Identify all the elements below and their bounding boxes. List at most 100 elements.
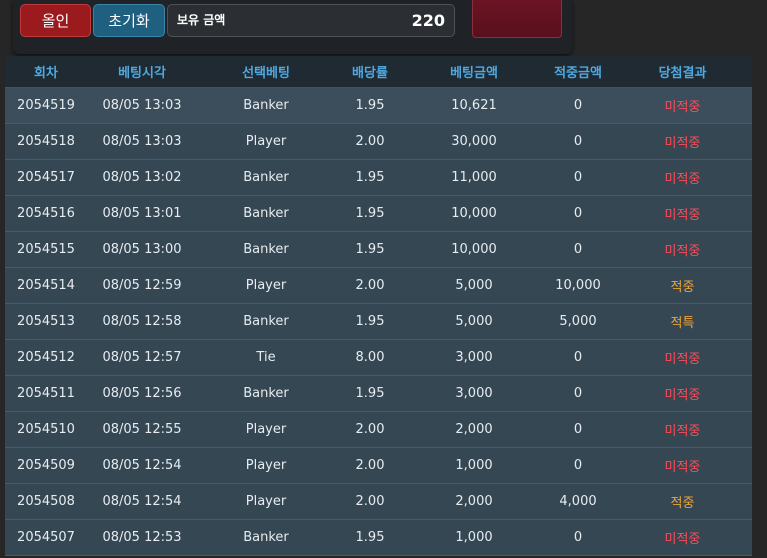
cell-round: 2054517 (17, 169, 75, 185)
cell-round: 2054514 (17, 277, 75, 293)
cell-odds: 2.00 (355, 493, 385, 509)
cell-bet-amount: 1,000 (455, 457, 493, 473)
cell-win-amount: 5,000 (559, 313, 597, 329)
cell-result: 미적중 (664, 459, 701, 475)
cell-round: 2054510 (17, 421, 75, 437)
cell-choice: Player (245, 133, 287, 149)
cell-bet-time: 08/05 12:53 (102, 529, 182, 545)
header-win-amount: 적중금액 (543, 56, 613, 88)
cell-bet-amount: 2,000 (455, 421, 493, 437)
cell-result: 미적중 (664, 387, 701, 403)
cell-choice: Banker (243, 529, 289, 545)
table-row: 2054516 08/05 13:01 Banker 1.95 10,000 0 미적중 (5, 195, 752, 231)
cell-result: 미적중 (664, 531, 701, 547)
cell-bet-amount: 3,000 (455, 349, 493, 365)
cell-win-amount: 0 (573, 97, 583, 113)
cell-odds: 1.95 (355, 313, 385, 329)
cell-round: 2054515 (17, 241, 75, 257)
cell-choice: Banker (243, 313, 289, 329)
reset-button[interactable]: 초기화 (93, 4, 165, 37)
cell-bet-time: 08/05 13:03 (102, 97, 182, 113)
cell-round: 2054507 (17, 529, 75, 545)
cell-bet-amount: 1,000 (455, 529, 493, 545)
table-row: 2054509 08/05 12:54 Player 2.00 1,000 0 미적중 (5, 447, 752, 483)
header-choice: 선택베팅 (197, 56, 335, 88)
place-bet-button[interactable] (472, 0, 562, 38)
cell-bet-time: 08/05 12:54 (102, 493, 182, 509)
cell-win-amount: 0 (573, 421, 583, 437)
cell-choice: Banker (243, 169, 289, 185)
cell-win-amount: 0 (573, 385, 583, 401)
allin-button[interactable]: 올인 (20, 4, 91, 37)
header-bet-time: 베팅시각 (87, 56, 197, 88)
cell-result: 적중 (670, 495, 695, 511)
cell-odds: 2.00 (355, 421, 385, 437)
cell-round: 2054518 (17, 133, 75, 149)
cell-win-amount: 0 (573, 169, 583, 185)
table-body: 2054519 08/05 13:03 Banker 1.95 10,621 0 미적중 20… (5, 87, 752, 555)
cell-bet-amount: 11,000 (451, 169, 497, 185)
cell-round: 2054513 (17, 313, 75, 329)
cell-choice: Tie (256, 349, 276, 365)
cell-round: 2054508 (17, 493, 75, 509)
cell-bet-time: 08/05 12:57 (102, 349, 182, 365)
cell-result: 미적중 (664, 135, 701, 151)
cell-result: 미적중 (664, 243, 701, 259)
cell-choice: Banker (243, 205, 289, 221)
cell-choice: Banker (243, 385, 289, 401)
table-row: 2054515 08/05 13:00 Banker 1.95 10,000 0 미적중 (5, 231, 752, 267)
cell-win-amount: 10,000 (555, 277, 601, 293)
cell-result: 미적중 (664, 171, 701, 187)
balance-field: 보유 금액 220 (167, 4, 455, 37)
cell-odds: 1.95 (355, 529, 385, 545)
cell-bet-amount: 10,621 (451, 97, 497, 113)
header-result: 당첨결과 (613, 56, 752, 88)
cell-bet-amount: 10,000 (451, 241, 497, 257)
cell-odds: 1.95 (355, 205, 385, 221)
cell-win-amount: 0 (573, 133, 583, 149)
cell-choice: Banker (243, 241, 289, 257)
cell-result: 미적중 (664, 207, 701, 223)
cell-bet-time: 08/05 13:01 (102, 205, 182, 221)
table-row: 2054512 08/05 12:57 Tie 8.00 3,000 0 미적중 (5, 339, 752, 375)
table-row: 2054513 08/05 12:58 Banker 1.95 5,000 5,000 적특 (5, 303, 752, 339)
header-bet-amount: 베팅금액 (405, 56, 543, 88)
cell-odds: 1.95 (355, 97, 385, 113)
cell-round: 2054512 (17, 349, 75, 365)
cell-bet-amount: 5,000 (455, 277, 493, 293)
cell-win-amount: 0 (573, 349, 583, 365)
cell-round: 2054516 (17, 205, 75, 221)
table-row: 2054508 08/05 12:54 Player 2.00 2,000 4,000 적중 (5, 483, 752, 519)
cell-choice: Player (245, 457, 287, 473)
cell-bet-time: 08/05 12:59 (102, 277, 182, 293)
cell-result: 미적중 (664, 99, 701, 115)
cell-bet-amount: 10,000 (451, 205, 497, 221)
table-row: 2054507 08/05 12:53 Banker 1.95 1,000 0 미적중 (5, 519, 752, 555)
cell-round: 2054509 (17, 457, 75, 473)
table-header-row: 회차 베팅시각 선택베팅 배당률 베팅금액 적중금액 당첨결과 (5, 56, 752, 88)
cell-win-amount: 0 (573, 241, 583, 257)
cell-bet-amount: 3,000 (455, 385, 493, 401)
cell-bet-time: 08/05 13:03 (102, 133, 182, 149)
cell-bet-time: 08/05 12:56 (102, 385, 182, 401)
cell-result: 미적중 (664, 423, 701, 439)
cell-odds: 2.00 (355, 277, 385, 293)
cell-odds: 2.00 (355, 457, 385, 473)
cell-bet-time: 08/05 12:55 (102, 421, 182, 437)
cell-bet-time: 08/05 13:00 (102, 241, 182, 257)
cell-choice: Player (245, 421, 287, 437)
cell-result: 적특 (670, 315, 695, 331)
cell-choice: Player (245, 493, 287, 509)
cell-bet-time: 08/05 13:02 (102, 169, 182, 185)
bet-history-table: 회차 베팅시각 선택베팅 배당률 베팅금액 적중금액 당첨결과 2054519 0… (5, 56, 752, 556)
cell-bet-amount: 2,000 (455, 493, 493, 509)
cell-win-amount: 0 (573, 205, 583, 221)
table-row: 2054510 08/05 12:55 Player 2.00 2,000 0 미적중 (5, 411, 752, 447)
cell-round: 2054519 (17, 97, 75, 113)
cell-bet-time: 08/05 12:58 (102, 313, 182, 329)
table-row: 2054518 08/05 13:03 Player 2.00 30,000 0 미적중 (5, 123, 752, 159)
cell-bet-amount: 30,000 (451, 133, 497, 149)
table-row: 2054511 08/05 12:56 Banker 1.95 3,000 0 미적중 (5, 375, 752, 411)
cell-odds: 1.95 (355, 169, 385, 185)
balance-label: 보유 금액 (177, 13, 226, 27)
